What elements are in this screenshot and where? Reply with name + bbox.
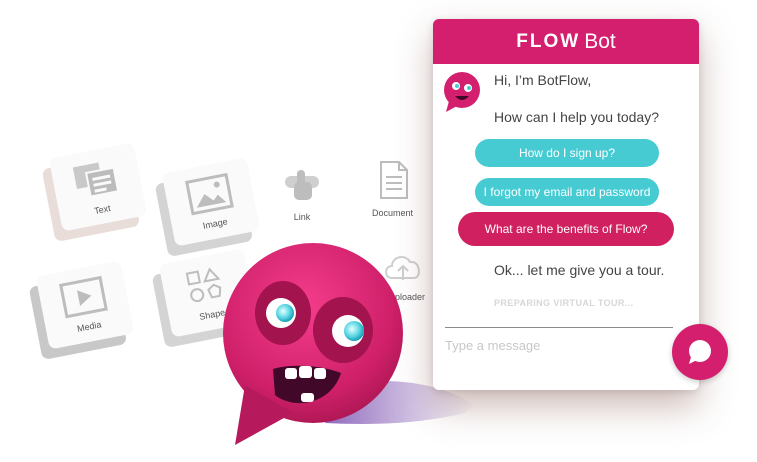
tile-label: Text <box>93 203 112 217</box>
image-icon <box>185 172 234 216</box>
bot-prompt: How can I help you today? <box>494 109 659 125</box>
brand-name-bold: FLOW <box>516 30 581 52</box>
quick-reply-forgot-credentials[interactable]: I forgot my email and password <box>475 178 659 206</box>
tile-label: Link <box>293 212 311 222</box>
play-icon <box>59 275 108 319</box>
brand-name-light: Bot <box>584 29 616 53</box>
tile-media: Media <box>35 260 135 350</box>
tile-label: Document <box>372 208 414 218</box>
tile-image: Image <box>161 157 261 247</box>
tile-document: Document <box>372 160 413 218</box>
tile-link: Link <box>282 168 322 222</box>
tile-text: Text <box>48 142 148 232</box>
send-button[interactable] <box>672 324 728 380</box>
chat-header: FLOW Bot <box>433 19 699 64</box>
tile-label: Media <box>76 319 103 334</box>
quick-reply-benefits-selected[interactable]: What are the benefits of Flow? <box>458 212 674 246</box>
document-icon <box>379 161 408 199</box>
quick-reply-sign-up[interactable]: How do I sign up? <box>475 139 659 167</box>
bot-avatar-icon <box>444 72 480 112</box>
chat-bubble-icon <box>689 340 711 364</box>
status-text: PREPARING VIRTUAL TOUR... <box>494 298 634 308</box>
tile-label: Image <box>201 216 229 231</box>
bot-reply: Ok... let me give you a tour. <box>494 262 665 278</box>
text-doc-icon <box>72 162 120 198</box>
message-input[interactable] <box>445 334 655 356</box>
chat-window: FLOW Bot Hi, I’m BotFlow, How can I help… <box>433 19 699 390</box>
input-divider <box>445 327 673 328</box>
hand-pointer-icon <box>285 170 319 200</box>
bot-greeting: Hi, I’m BotFlow, <box>494 72 592 88</box>
